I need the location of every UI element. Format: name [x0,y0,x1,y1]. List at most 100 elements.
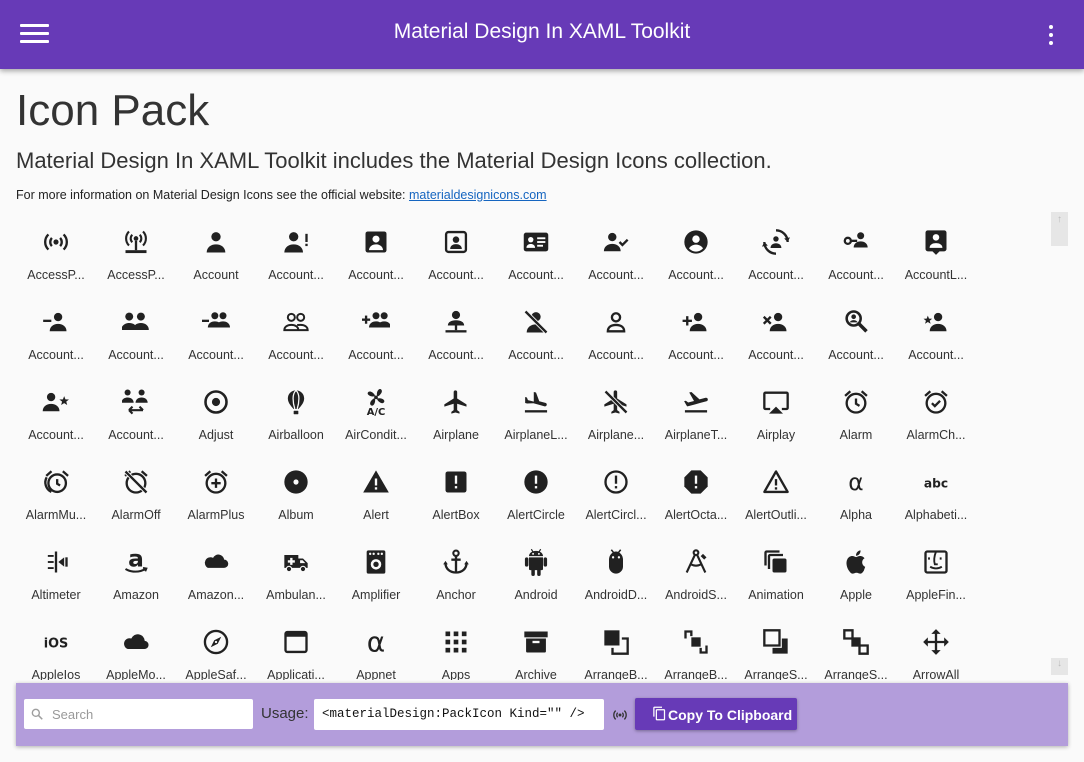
icon-tile[interactable]: Account... [656,208,736,288]
icon-label: Account... [828,268,884,282]
arrow-all-icon [896,628,976,660]
airplane-landing-icon [496,388,576,420]
icon-tile[interactable]: AccessP... [16,208,96,288]
icon-tile[interactable]: Applicati... [256,608,336,680]
icon-tile[interactable]: Account... [736,288,816,368]
account-card-details-icon [496,228,576,260]
icon-tile[interactable]: AndroidD... [576,528,656,608]
icon-tile[interactable]: Account... [496,208,576,288]
icon-tile[interactable]: Account... [576,208,656,288]
icon-tile[interactable]: Alarm [816,368,896,448]
icon-tile[interactable]: abc Alphabeti... [896,448,976,528]
icon-tile[interactable]: ArrangeB... [656,608,736,680]
icon-tile[interactable]: Airplane... [576,368,656,448]
icon-label: ArrangeS... [744,668,808,680]
icon-tile[interactable]: ArrowAll [896,608,976,680]
icon-tile[interactable]: AndroidS... [656,528,736,608]
icon-tile[interactable]: Account... [656,288,736,368]
icon-tile[interactable]: Account... [816,288,896,368]
icon-tile[interactable]: Amazon... [176,528,256,608]
icon-tile[interactable]: Airplane [416,368,496,448]
icon-tile[interactable]: Account... [176,288,256,368]
icon-tile[interactable]: AppleFin... [896,528,976,608]
svg-text:α: α [367,628,385,656]
icon-tile[interactable]: AlarmPlus [176,448,256,528]
account-off-icon [496,308,576,340]
icon-tile[interactable]: AlarmOff [96,448,176,528]
icon-tile[interactable]: Alert [336,448,416,528]
icon-tile[interactable]: ArrangeB... [576,608,656,680]
icon-tile[interactable]: Archive [496,608,576,680]
icon-tile[interactable]: AirplaneT... [656,368,736,448]
icon-tile[interactable]: Apps [416,608,496,680]
icon-tile[interactable]: Account... [896,288,976,368]
scroll-up-icon[interactable]: ↑ [1051,212,1068,246]
icon-tile[interactable]: Airplay [736,368,816,448]
icon-tile[interactable]: Adjust [176,368,256,448]
icon-tile[interactable]: Anchor [416,528,496,608]
icon-label: AlarmOff [111,508,161,522]
copy-to-clipboard-button[interactable]: Copy To Clipboard [635,698,797,730]
icon-tile[interactable]: Apple [816,528,896,608]
icon-tile[interactable]: a Amazon [96,528,176,608]
icon-tile[interactable]: A/C AirCondit... [336,368,416,448]
icon-tile[interactable]: Account... [416,288,496,368]
icon-grid-viewport[interactable]: AccessP... AccessP... Account Account... Acc… [16,208,1044,680]
icon-tile[interactable]: Account... [96,368,176,448]
icon-tile[interactable]: AlertOcta... [656,448,736,528]
icon-tile[interactable]: Account... [736,208,816,288]
materialdesignicons-link[interactable]: materialdesignicons.com [409,188,547,202]
icon-tile[interactable]: Account... [96,288,176,368]
icon-tile[interactable]: AppleSaf... [176,608,256,680]
icon-tile[interactable]: Account... [16,368,96,448]
icon-tile[interactable]: AlertCircle [496,448,576,528]
icon-tile[interactable]: α Appnet [336,608,416,680]
icon-tile[interactable]: Animation [736,528,816,608]
icon-tile[interactable]: Account... [336,288,416,368]
icon-tile[interactable]: iOS AppleIos [16,608,96,680]
icon-tile[interactable]: Ambulan... [256,528,336,608]
icon-label: AirplaneL... [504,428,568,442]
icon-tile[interactable]: Album [256,448,336,528]
icon-tile[interactable]: α Alpha [816,448,896,528]
icon-tile[interactable]: Account... [816,208,896,288]
icon-tile[interactable]: AlarmMu... [16,448,96,528]
vertical-scrollbar[interactable]: ↑ ↓ [1051,212,1068,676]
icon-label: AccountL... [904,268,968,282]
icon-tile[interactable]: ArrangeS... [816,608,896,680]
icon-tile[interactable]: ArrangeS... [736,608,816,680]
icon-tile[interactable]: AirplaneL... [496,368,576,448]
icon-tile[interactable]: Android [496,528,576,608]
icon-tile[interactable]: Airballoon [256,368,336,448]
scroll-down-icon[interactable]: ↓ [1051,658,1068,675]
icon-tile[interactable]: Account... [576,288,656,368]
more-vert-icon[interactable] [1040,24,1062,46]
icon-tile[interactable]: Account... [416,208,496,288]
icon-tile[interactable]: AppleMo... [96,608,176,680]
icon-tile[interactable]: Amplifier [336,528,416,608]
usage-code-field[interactable]: <materialDesign:PackIcon Kind="" /> [314,699,604,730]
animation-icon [736,548,816,580]
account-convert-icon [736,228,816,260]
icon-label: Airplane... [587,428,645,442]
icon-tile[interactable]: AlertCircl... [576,448,656,528]
icon-tile[interactable]: Account [176,208,256,288]
account-alert-icon [256,228,336,260]
icon-tile[interactable]: AccountL... [896,208,976,288]
icon-tile[interactable]: AccessP... [96,208,176,288]
search-box[interactable] [24,699,253,729]
airballoon-icon [256,388,336,420]
icon-tile[interactable]: AlertOutli... [736,448,816,528]
icon-tile[interactable]: Altimeter [16,528,96,608]
svg-text:A/C: A/C [367,407,386,416]
apple-finder-icon [896,548,976,580]
icon-tile[interactable]: Account... [336,208,416,288]
icon-tile[interactable]: Account... [256,288,336,368]
icon-tile[interactable]: AlarmCh... [896,368,976,448]
search-input[interactable] [52,703,242,725]
icon-label: Account... [428,348,484,362]
icon-tile[interactable]: Account... [16,288,96,368]
icon-tile[interactable]: Account... [256,208,336,288]
icon-tile[interactable]: AlertBox [416,448,496,528]
icon-tile[interactable]: Account... [496,288,576,368]
